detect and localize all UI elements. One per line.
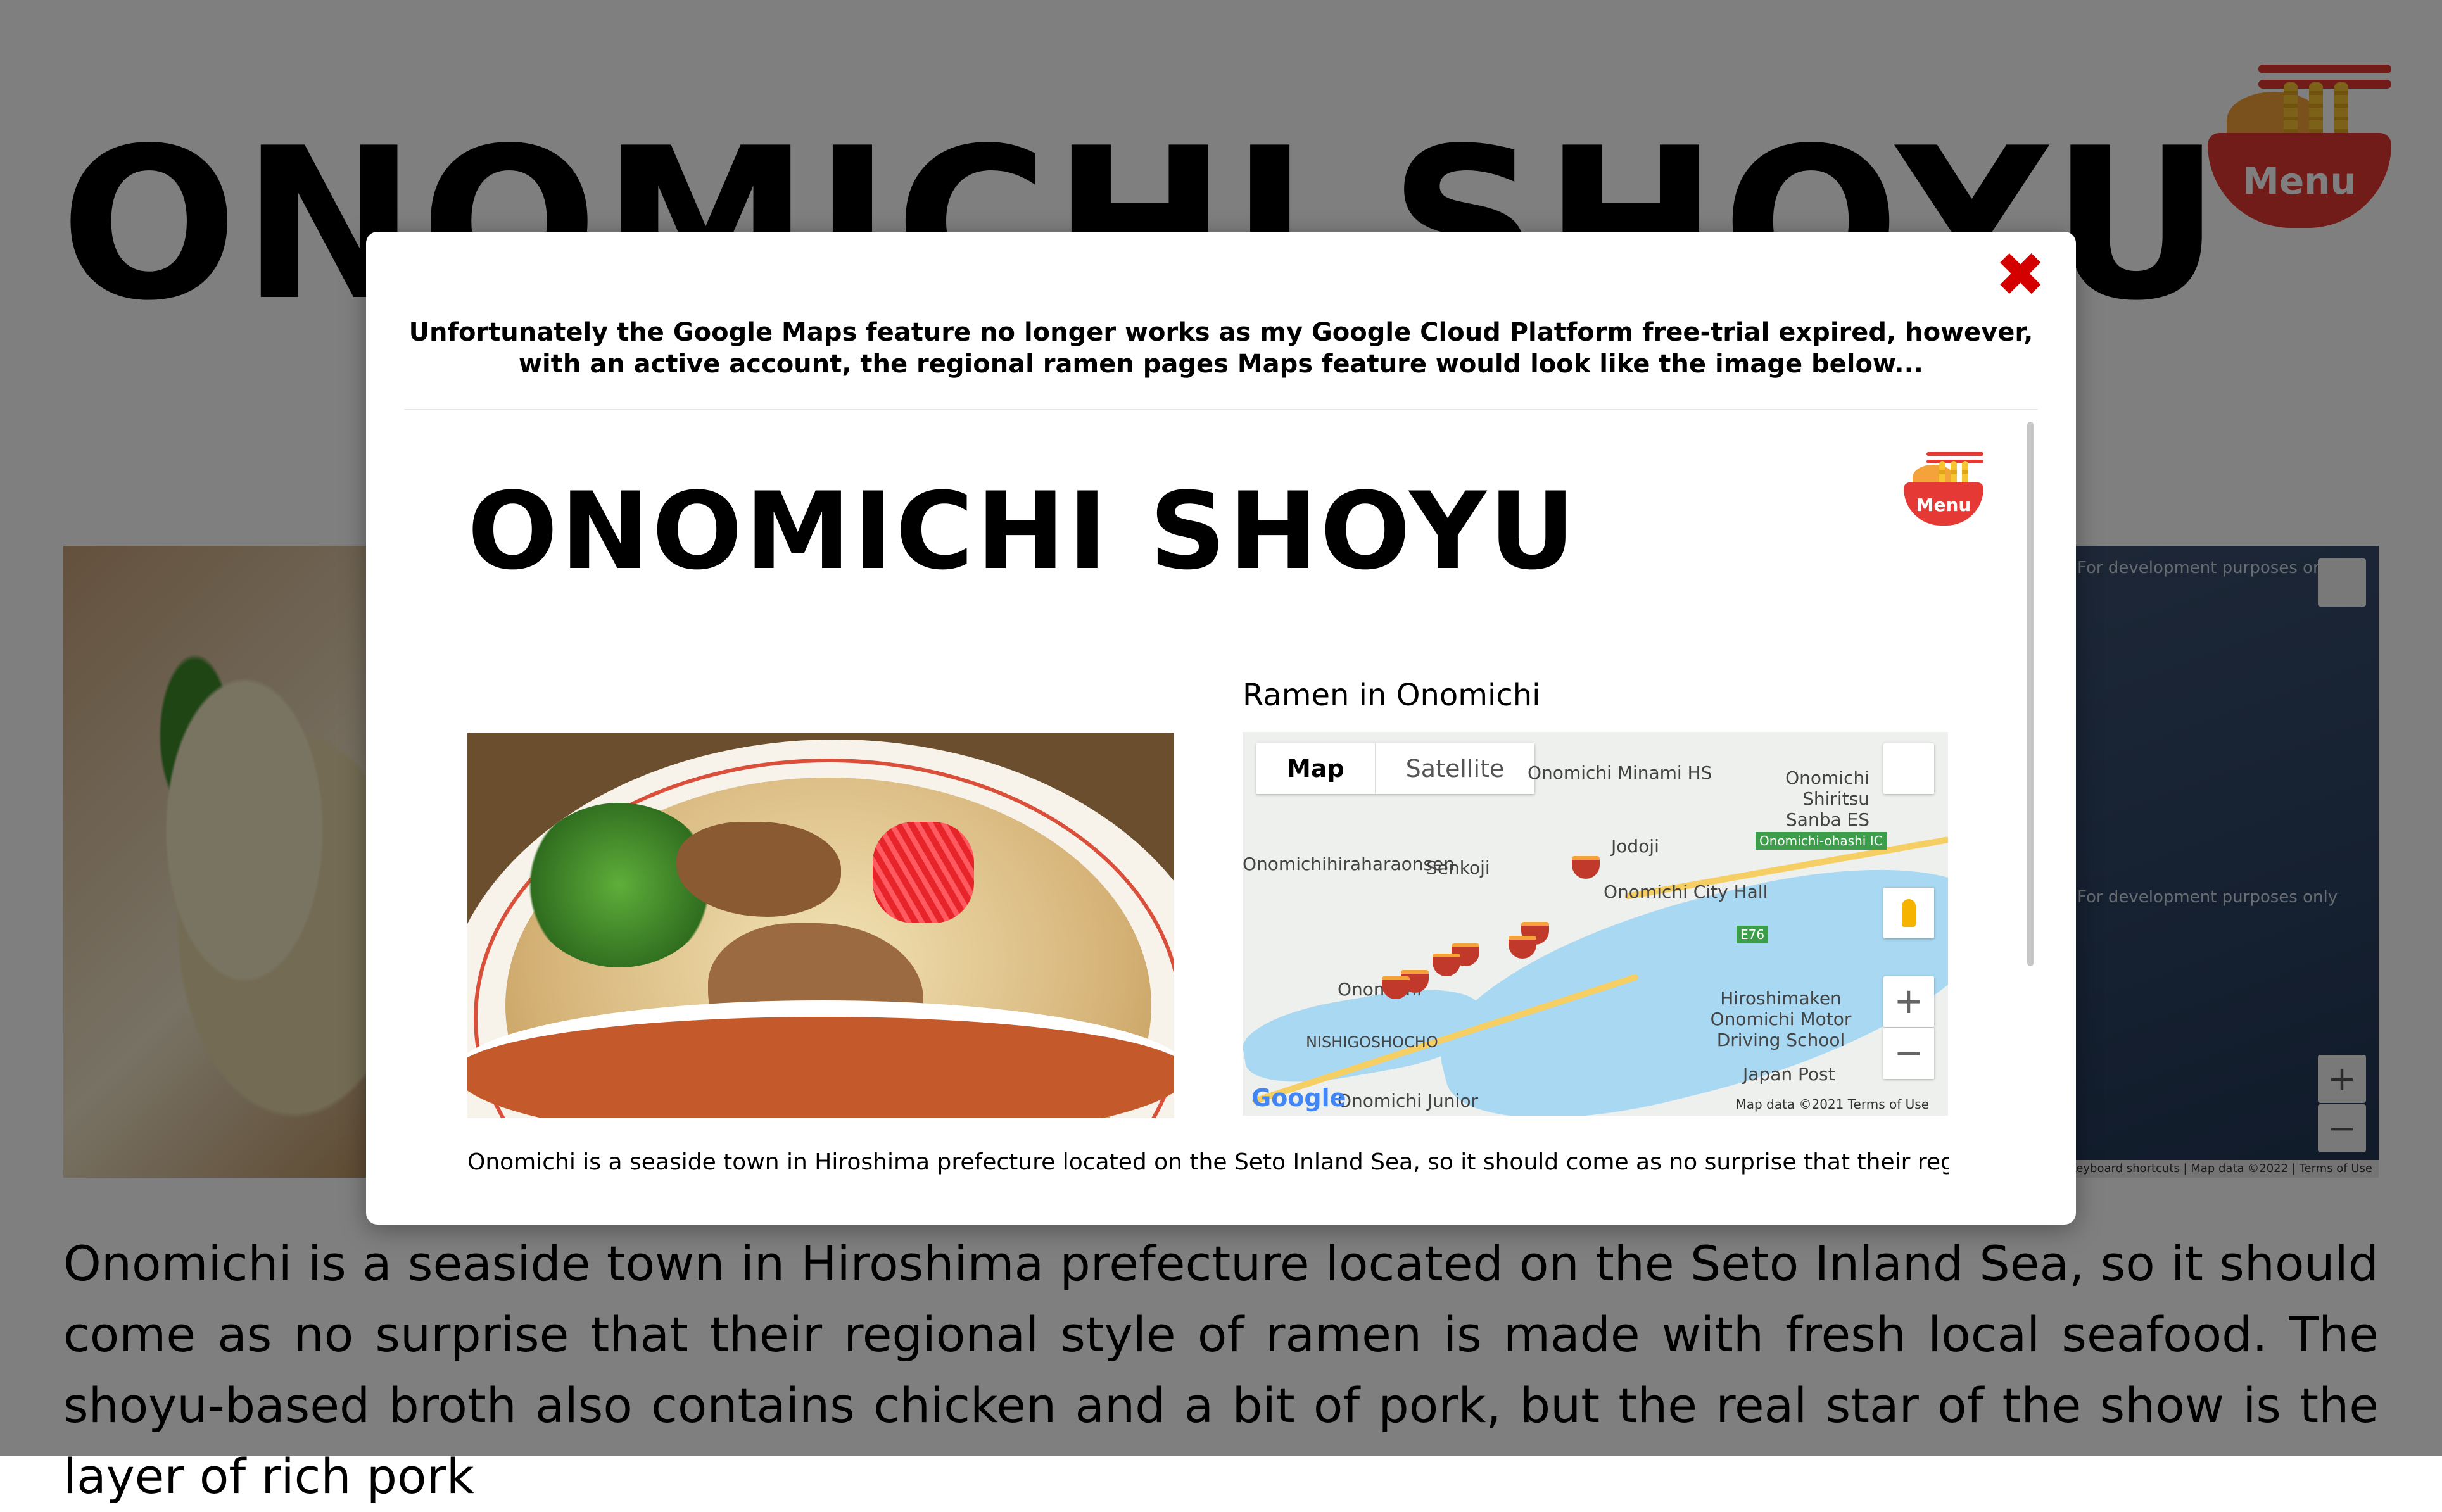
map-label: Onomichi City Hall <box>1604 881 1768 902</box>
ramen-marker-icon[interactable] <box>1509 936 1536 959</box>
google-logo: Google <box>1251 1084 1346 1112</box>
preview-ramen-photo <box>467 733 1174 1118</box>
screenshot-preview: ONOMICHI SHOYU Menu Ramen in Onomichi Ma… <box>404 412 2023 1225</box>
map-label: E76 <box>1737 926 1769 943</box>
map-attribution: Map data ©2021 Terms of Use <box>1735 1097 1929 1112</box>
preview-google-map: Map Satellite + − Onomichi Minami HS Ono… <box>1243 732 1948 1116</box>
map-label: Hiroshimaken Onomichi Motor Driving Scho… <box>1710 988 1852 1050</box>
preview-paragraph: Onomichi is a seaside town in Hiroshima … <box>467 1149 1949 1175</box>
divider <box>404 409 2038 410</box>
ramen-marker-icon[interactable] <box>1433 954 1460 976</box>
street-view-pegman-icon[interactable] <box>1883 888 1934 938</box>
zoom-in-button[interactable]: + <box>1883 976 1934 1027</box>
modal-notice: Unfortunately the Google Maps feature no… <box>408 318 2034 379</box>
zoom-out-button[interactable]: − <box>1883 1028 1934 1079</box>
scrollbar-thumb[interactable] <box>2027 422 2034 966</box>
preview-page-title: ONOMICHI SHOYU <box>467 469 1578 593</box>
menu-label: Menu <box>1916 495 1971 515</box>
map-label: Japan Post <box>1743 1064 1835 1085</box>
map-type-tabs: Map Satellite <box>1256 743 1535 794</box>
tab-satellite[interactable]: Satellite <box>1376 743 1535 794</box>
map-label: Onomichi Junior <box>1338 1090 1478 1111</box>
map-heading: Ramen in Onomichi <box>1243 677 1541 713</box>
tab-map[interactable]: Map <box>1256 743 1376 794</box>
map-label: Jodoji <box>1611 836 1659 857</box>
chopstick-icon <box>1926 452 1983 456</box>
map-label: Onomichihiraharaonsen <box>1243 854 1455 874</box>
map-label: Onomichi Minami HS <box>1528 762 1712 783</box>
map-label: Onomichi-ohashi IC <box>1756 832 1887 850</box>
preview-menu-badge: Menu <box>1904 452 1983 526</box>
map-label: Senkoji <box>1426 857 1490 878</box>
ramen-marker-icon[interactable] <box>1572 856 1600 879</box>
map-label: NISHIGOSHOCHO <box>1306 1033 1438 1051</box>
maps-notice-modal: ✖ Unfortunately the Google Maps feature … <box>366 232 2076 1225</box>
close-icon[interactable]: ✖ <box>1995 244 2046 305</box>
fullscreen-button[interactable] <box>1883 743 1934 794</box>
map-label: Onomichi Shiritsu Sanba ES <box>1785 767 1869 830</box>
preview-scrollbar[interactable] <box>2025 422 2035 1207</box>
